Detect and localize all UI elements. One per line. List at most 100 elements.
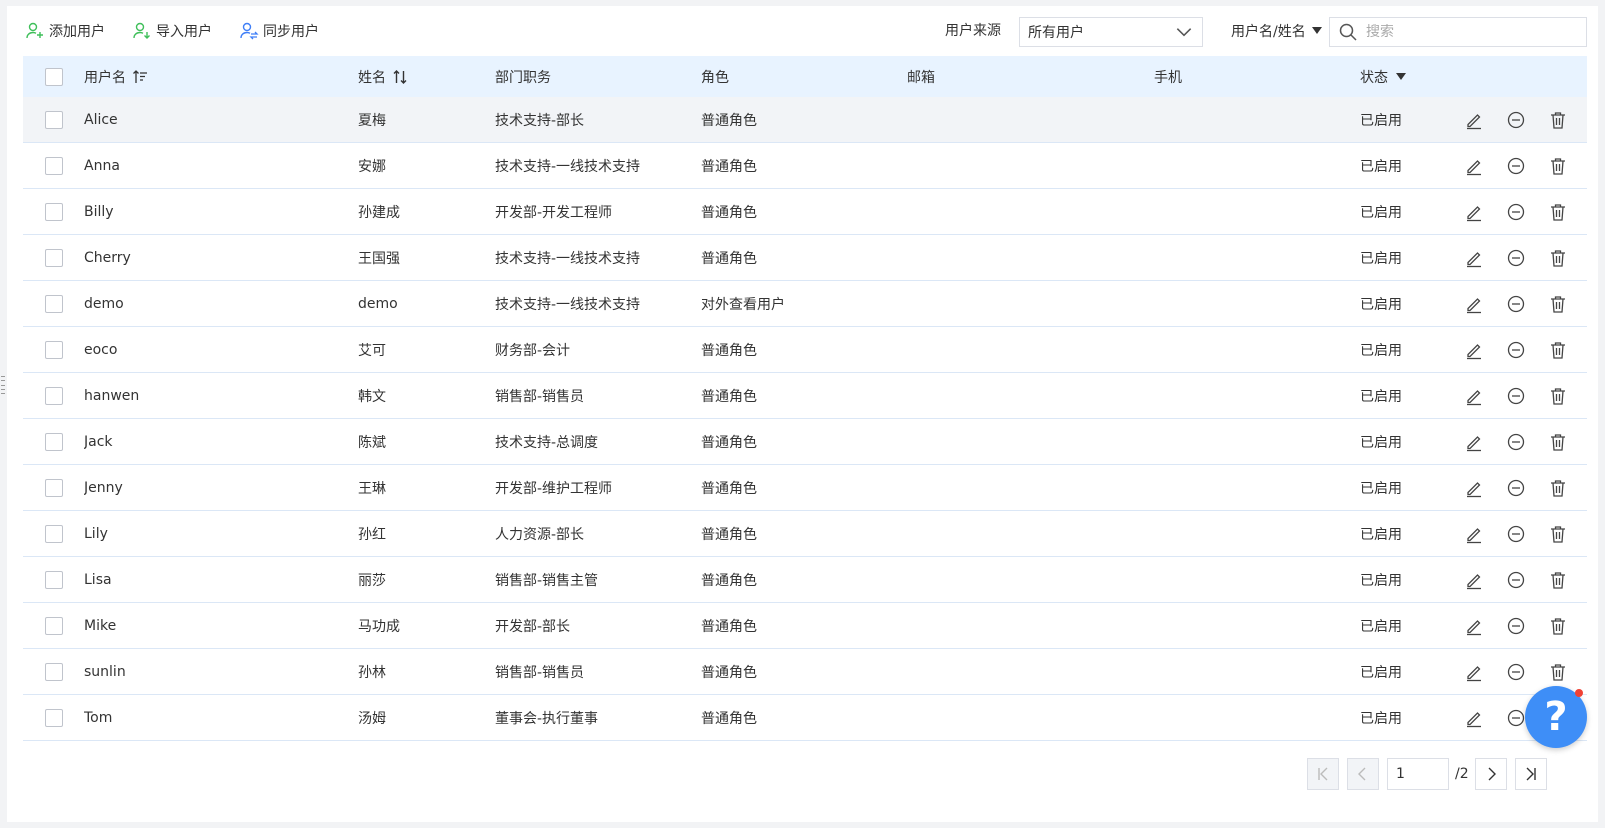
import-user-button[interactable]: 导入用户 bbox=[132, 20, 212, 42]
edit-icon[interactable] bbox=[1464, 156, 1484, 176]
delete-icon[interactable] bbox=[1548, 294, 1568, 314]
disable-icon[interactable] bbox=[1506, 156, 1526, 176]
row-checkbox[interactable] bbox=[45, 294, 63, 313]
row-checkbox[interactable] bbox=[45, 524, 63, 543]
delete-icon[interactable] bbox=[1548, 386, 1568, 406]
disable-icon[interactable] bbox=[1506, 432, 1526, 452]
table-body: Alice 夏梅 技术支持-部长 普通角色 已启用 Anna 安娜 技术支持-一线技术支持 普通… bbox=[23, 97, 1587, 741]
delete-icon[interactable] bbox=[1548, 156, 1568, 176]
table-row[interactable]: eoco 艾可 财务部-会计 普通角色 已启用 bbox=[23, 327, 1587, 373]
edit-icon[interactable] bbox=[1464, 340, 1484, 360]
source-select[interactable]: 所有用户 bbox=[1019, 17, 1203, 47]
row-checkbox[interactable] bbox=[45, 432, 63, 451]
search-input[interactable] bbox=[1366, 24, 1566, 40]
table-row[interactable]: Mike 马功成 开发部-部长 普通角色 已启用 bbox=[23, 603, 1587, 649]
prev-page-button[interactable] bbox=[1347, 758, 1379, 790]
table-row[interactable]: Cherry 王国强 技术支持-一线技术支持 普通角色 已启用 bbox=[23, 235, 1587, 281]
disable-icon[interactable] bbox=[1506, 616, 1526, 636]
filter-caret-icon[interactable] bbox=[1396, 72, 1406, 81]
table-row[interactable]: Jack 陈斌 技术支持-总调度 普通角色 已启用 bbox=[23, 419, 1587, 465]
disable-icon[interactable] bbox=[1506, 570, 1526, 590]
row-checkbox[interactable] bbox=[45, 570, 63, 589]
delete-icon[interactable] bbox=[1548, 202, 1568, 222]
column-header-status[interactable]: 状态 bbox=[1360, 67, 1460, 87]
edit-icon[interactable] bbox=[1464, 432, 1484, 452]
sort-asc-icon[interactable] bbox=[132, 69, 148, 85]
resize-handle[interactable] bbox=[1, 376, 6, 394]
row-checkbox[interactable] bbox=[45, 616, 63, 635]
disable-icon[interactable] bbox=[1506, 478, 1526, 498]
add-user-button[interactable]: 添加用户 bbox=[25, 20, 105, 42]
row-checkbox[interactable] bbox=[45, 708, 63, 727]
edit-icon[interactable] bbox=[1464, 662, 1484, 682]
edit-icon[interactable] bbox=[1464, 570, 1484, 590]
next-page-button[interactable] bbox=[1474, 758, 1507, 790]
last-page-icon bbox=[1526, 767, 1536, 781]
delete-icon[interactable] bbox=[1548, 110, 1568, 130]
delete-icon[interactable] bbox=[1548, 432, 1568, 452]
column-header-phone: 手机 bbox=[1154, 69, 1182, 86]
delete-icon[interactable] bbox=[1548, 340, 1568, 360]
last-page-button[interactable] bbox=[1514, 758, 1547, 790]
search-field-select[interactable]: 用户名/姓名 bbox=[1231, 20, 1322, 42]
edit-icon[interactable] bbox=[1464, 478, 1484, 498]
disable-icon[interactable] bbox=[1506, 248, 1526, 268]
delete-icon[interactable] bbox=[1548, 662, 1568, 682]
delete-icon[interactable] bbox=[1548, 616, 1568, 636]
help-button[interactable]: ? bbox=[1525, 686, 1587, 748]
delete-icon[interactable] bbox=[1548, 248, 1568, 268]
cell-name: 安娜 bbox=[358, 158, 386, 175]
disable-icon[interactable] bbox=[1506, 202, 1526, 222]
column-header-name[interactable]: 姓名 bbox=[358, 67, 495, 87]
cell-role: 普通角色 bbox=[701, 388, 757, 405]
delete-icon[interactable] bbox=[1548, 524, 1568, 544]
help-question-icon: ? bbox=[1544, 694, 1568, 740]
table-row[interactable]: hanwen 韩文 销售部-销售员 普通角色 已启用 bbox=[23, 373, 1587, 419]
edit-icon[interactable] bbox=[1464, 524, 1484, 544]
row-actions bbox=[1460, 524, 1587, 544]
row-checkbox[interactable] bbox=[45, 340, 63, 359]
edit-icon[interactable] bbox=[1464, 248, 1484, 268]
edit-icon[interactable] bbox=[1464, 386, 1484, 406]
disable-icon[interactable] bbox=[1506, 662, 1526, 682]
disable-icon[interactable] bbox=[1506, 110, 1526, 130]
page-input[interactable] bbox=[1387, 758, 1449, 790]
table-row[interactable]: demo demo 技术支持-一线技术支持 对外查看用户 已启用 bbox=[23, 281, 1587, 327]
table-row[interactable]: Anna 安娜 技术支持-一线技术支持 普通角色 已启用 bbox=[23, 143, 1587, 189]
select-all-checkbox[interactable] bbox=[45, 67, 63, 86]
row-checkbox[interactable] bbox=[45, 202, 63, 221]
row-checkbox[interactable] bbox=[45, 248, 63, 267]
edit-icon[interactable] bbox=[1464, 708, 1484, 728]
disable-icon[interactable] bbox=[1506, 340, 1526, 360]
table-row[interactable]: Tom 汤姆 董事会-执行董事 普通角色 已启用 bbox=[23, 695, 1587, 741]
delete-icon[interactable] bbox=[1548, 478, 1568, 498]
table-row[interactable]: Lisa 丽莎 销售部-销售主管 普通角色 已启用 bbox=[23, 557, 1587, 603]
disable-icon[interactable] bbox=[1506, 524, 1526, 544]
table-row[interactable]: sunlin 孙林 销售部-销售员 普通角色 已启用 bbox=[23, 649, 1587, 695]
row-checkbox[interactable] bbox=[45, 478, 63, 497]
table-row[interactable]: Jenny 王琳 开发部-维护工程师 普通角色 已启用 bbox=[23, 465, 1587, 511]
sort-toggle-icon[interactable] bbox=[392, 69, 408, 85]
edit-icon[interactable] bbox=[1464, 202, 1484, 222]
sync-user-button[interactable]: 同步用户 bbox=[239, 20, 319, 42]
cell-dept: 销售部-销售员 bbox=[495, 388, 585, 405]
edit-icon[interactable] bbox=[1464, 294, 1484, 314]
row-checkbox[interactable] bbox=[45, 386, 63, 405]
cell-name: demo bbox=[358, 295, 398, 312]
table-row[interactable]: Alice 夏梅 技术支持-部长 普通角色 已启用 bbox=[23, 97, 1587, 143]
disable-icon[interactable] bbox=[1506, 294, 1526, 314]
disable-icon[interactable] bbox=[1506, 708, 1526, 728]
disable-icon[interactable] bbox=[1506, 386, 1526, 406]
table-row[interactable]: Billy 孙建成 开发部-开发工程师 普通角色 已启用 bbox=[23, 189, 1587, 235]
delete-icon[interactable] bbox=[1548, 570, 1568, 590]
edit-icon[interactable] bbox=[1464, 110, 1484, 130]
column-header-username[interactable]: 用户名 bbox=[84, 67, 358, 87]
first-page-button[interactable] bbox=[1307, 758, 1339, 790]
table-row[interactable]: Lily 孙红 人力资源-部长 普通角色 已启用 bbox=[23, 511, 1587, 557]
row-checkbox[interactable] bbox=[45, 156, 63, 175]
cell-name: 汤姆 bbox=[358, 710, 386, 727]
sync-user-icon bbox=[239, 21, 259, 41]
edit-icon[interactable] bbox=[1464, 616, 1484, 636]
row-checkbox[interactable] bbox=[45, 662, 63, 681]
row-checkbox[interactable] bbox=[45, 110, 63, 129]
